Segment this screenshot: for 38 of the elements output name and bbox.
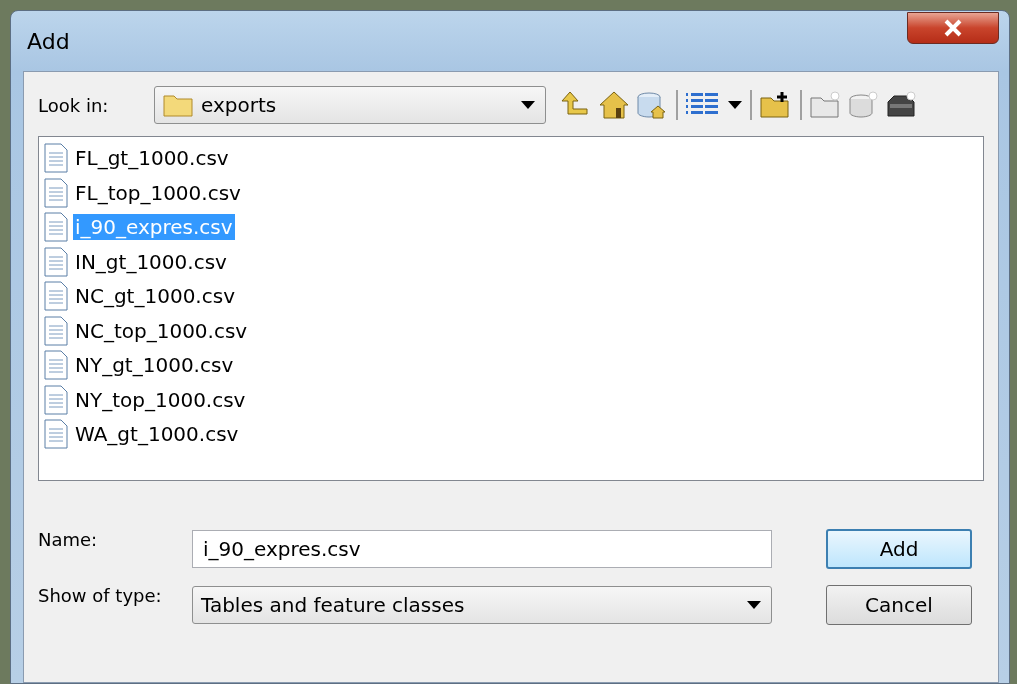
toolbox-icon[interactable]	[886, 90, 918, 120]
document-icon	[43, 212, 69, 243]
document-icon	[43, 384, 69, 415]
look-in-dropdown[interactable]: exports	[154, 86, 546, 124]
caret-icon	[747, 601, 761, 609]
folder-icon	[163, 93, 193, 117]
close-icon	[943, 19, 963, 37]
file-item[interactable]: NC_top_1000.csv	[73, 317, 250, 344]
new-database-icon[interactable]	[848, 90, 880, 120]
document-icon	[43, 177, 69, 208]
file-item[interactable]: NC_gt_1000.csv	[73, 283, 237, 310]
document-icon	[43, 419, 69, 450]
file-item[interactable]: IN_gt_1000.csv	[73, 248, 229, 275]
look-in-label: Look in:	[38, 94, 110, 116]
name-field[interactable]: i_90_expres.csv	[192, 530, 772, 568]
folder-plus-icon[interactable]	[760, 90, 792, 120]
database-home-icon[interactable]	[636, 90, 668, 120]
file-item[interactable]: NY_gt_1000.csv	[73, 352, 236, 379]
document-icon	[43, 281, 69, 312]
home-icon[interactable]	[598, 90, 630, 120]
new-folder-icon[interactable]	[810, 90, 842, 120]
type-label: Show of type:	[38, 585, 163, 606]
file-item[interactable]: NY_top_1000.csv	[73, 386, 248, 413]
document-icon	[43, 143, 69, 174]
cancel-button[interactable]: Cancel	[826, 585, 972, 625]
file-item[interactable]: WA_gt_1000.csv	[73, 421, 241, 448]
type-dropdown[interactable]: Tables and feature classes	[192, 586, 772, 624]
document-icon	[43, 246, 69, 277]
caret-icon	[728, 101, 742, 109]
add-button[interactable]: Add	[826, 529, 972, 569]
file-item[interactable]: FL_gt_1000.csv	[73, 145, 231, 172]
file-item[interactable]: FL_top_1000.csv	[73, 179, 243, 206]
document-icon	[43, 350, 69, 381]
caret-icon	[521, 101, 535, 109]
window-title: Add	[27, 28, 70, 54]
document-icon	[43, 315, 69, 346]
name-label: Name:	[38, 529, 99, 550]
close-button[interactable]	[907, 12, 999, 44]
